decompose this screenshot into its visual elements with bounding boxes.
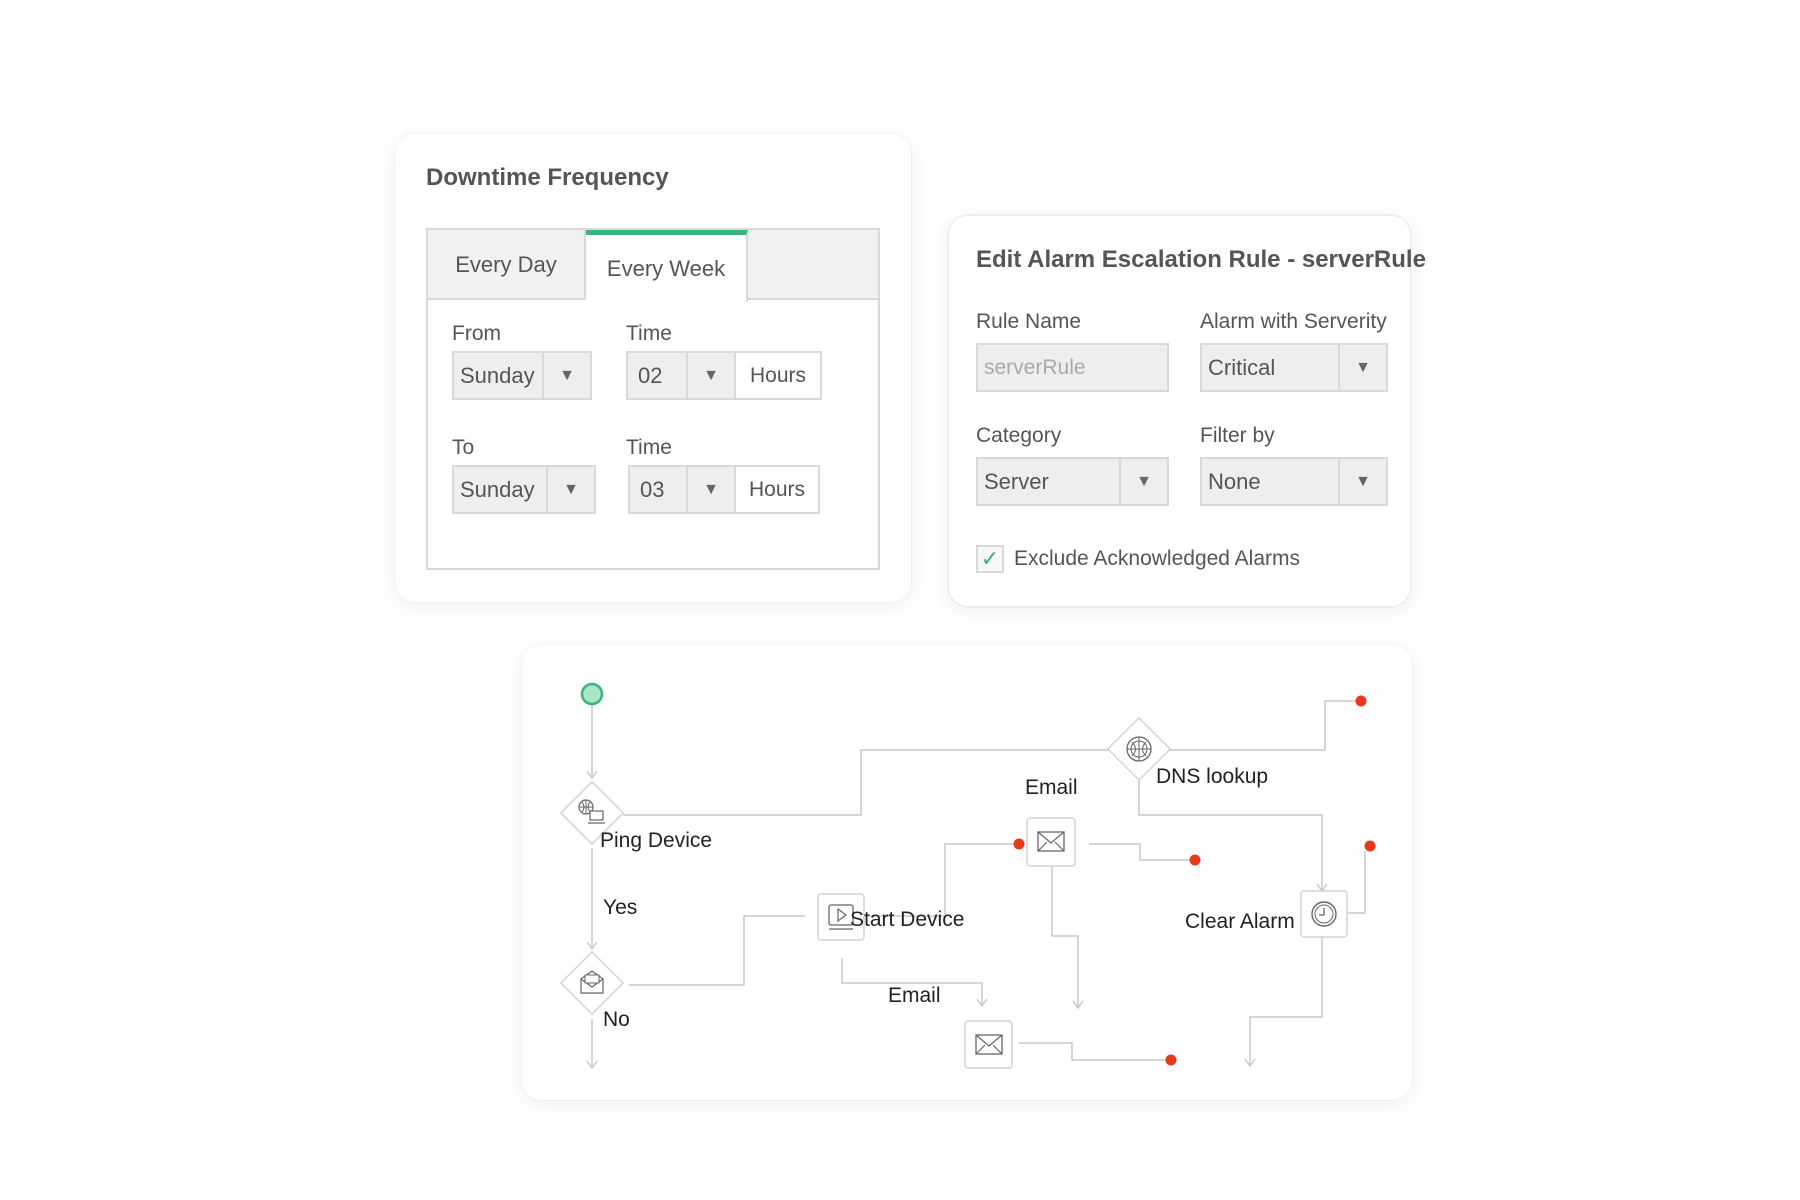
filter-label: Filter by: [1200, 424, 1275, 447]
dropdown-arrow-icon: ▼: [686, 467, 734, 512]
start-dot: [580, 682, 604, 706]
ping-device-label: Ping Device: [600, 829, 713, 852]
from-day-value: Sunday: [460, 362, 535, 388]
downtime-tabs-panel: Every Day Every Week From Sunday ▼ Time …: [426, 228, 880, 570]
yes-label: Yes: [603, 896, 638, 919]
dns-lookup-label: DNS lookup: [1156, 765, 1269, 788]
connectors: [586, 700, 1366, 1070]
clear-alarm-label: Clear Alarm: [1185, 910, 1295, 933]
from-label: From: [452, 322, 501, 345]
connector: [1169, 700, 1356, 751]
from-day-select[interactable]: Sunday ▼: [452, 351, 592, 400]
rule-name-input[interactable]: serverRule: [976, 343, 1169, 392]
tab-every-week[interactable]: Every Week: [586, 230, 748, 302]
category-label: Category: [976, 424, 1062, 447]
alarm-title: Edit Alarm Escalation Rule - serverRule: [976, 246, 1426, 273]
tab-every-day[interactable]: Every Day: [428, 230, 586, 300]
email-icon[interactable]: [1026, 817, 1076, 867]
connector: [629, 915, 805, 986]
dropdown-arrow-icon: ▼: [1119, 459, 1167, 504]
dropdown-arrow-icon: ▼: [1338, 345, 1386, 390]
workflow-canvas: [559, 682, 1376, 1070]
clock-icon[interactable]: [1300, 890, 1348, 938]
to-time-value: 03: [640, 476, 665, 502]
dropdown-arrow-icon: ▼: [686, 353, 734, 398]
to-label: To: [452, 436, 475, 459]
connector: [1051, 864, 1079, 1007]
end-dot: [1355, 695, 1367, 707]
filter-select[interactable]: None ▼: [1200, 457, 1388, 506]
end-dot: [1165, 1054, 1177, 1066]
category-select[interactable]: Server ▼: [976, 457, 1169, 506]
to-day-value: Sunday: [460, 476, 535, 502]
start-device-label: Start Device: [850, 908, 965, 931]
end-dot: [1189, 854, 1201, 866]
alarm-escalation-card: Edit Alarm Escalation Rule - serverRule …: [948, 215, 1426, 607]
no-label: No: [603, 1008, 630, 1031]
from-hours-suffix: Hours: [736, 351, 822, 400]
email-top-label: Email: [1025, 776, 1078, 799]
downtime-frequency-card: Downtime Frequency Every Day Every Week …: [395, 134, 911, 602]
dropdown-arrow-icon: ▼: [546, 467, 594, 512]
severity-label: Alarm with Serverity: [1200, 310, 1387, 333]
to-hours-suffix: Hours: [736, 465, 820, 514]
dropdown-arrow-icon: ▼: [542, 353, 590, 398]
exclude-acknowledged-checkbox[interactable]: ✓: [976, 545, 1004, 573]
workflow-diagram-card: Ping Device Yes No Start Device Email Em…: [522, 645, 1412, 1100]
email-bottom-label: Email: [888, 984, 941, 1007]
to-day-select[interactable]: Sunday ▼: [452, 465, 596, 514]
from-time-label: Time: [626, 322, 672, 345]
connector: [1019, 1042, 1166, 1061]
from-time-value: 02: [638, 362, 663, 388]
connector: [865, 843, 1014, 917]
connector: [1249, 930, 1323, 1065]
severity-value: Critical: [1208, 354, 1276, 380]
from-time-select[interactable]: 02 ▼: [626, 351, 736, 400]
to-time-label: Time: [626, 436, 672, 459]
rule-name-label: Rule Name: [976, 310, 1082, 333]
end-dot: [1013, 838, 1025, 850]
exclude-acknowledged-label: Exclude Acknowledged Alarms: [1014, 547, 1300, 570]
decision-mail-icon[interactable]: [559, 950, 625, 1016]
filter-value: None: [1208, 468, 1261, 494]
to-time-select[interactable]: 03 ▼: [628, 465, 736, 514]
connector: [1345, 851, 1366, 914]
email-icon[interactable]: [964, 1020, 1013, 1069]
category-value: Server: [984, 468, 1049, 494]
tab-bar: Every Day Every Week: [428, 230, 878, 302]
connector: [1138, 775, 1323, 890]
dropdown-arrow-icon: ▼: [1338, 459, 1386, 504]
downtime-title: Downtime Frequency: [426, 164, 669, 191]
severity-select[interactable]: Critical ▼: [1200, 343, 1388, 392]
end-dot: [1364, 840, 1376, 852]
check-icon: ✓: [980, 546, 1000, 571]
connector: [1089, 843, 1190, 861]
